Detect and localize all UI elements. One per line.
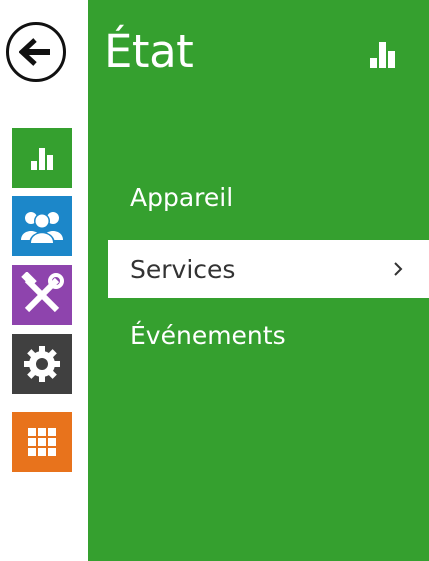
- tools-icon: [21, 272, 64, 313]
- menu-item-appareil[interactable]: Appareil: [108, 168, 429, 226]
- nav-rail: [0, 0, 88, 561]
- menu-item-evenements[interactable]: Événements: [108, 306, 429, 364]
- menu-item-label: Événements: [130, 320, 286, 350]
- back-arrow-icon: [19, 38, 50, 66]
- menu-item-label: Services: [130, 254, 236, 284]
- gear-icon: [24, 346, 60, 382]
- nav-status-tile[interactable]: [12, 128, 72, 188]
- menu-item-services[interactable]: Services: [108, 240, 429, 298]
- users-icon: [21, 212, 63, 244]
- menu-item-label: Appareil: [130, 182, 234, 212]
- back-button[interactable]: [6, 22, 66, 82]
- bar-chart-icon: [370, 42, 395, 68]
- nav-tools-tile[interactable]: [12, 265, 72, 325]
- section-panel: État Appareil Services Événements: [88, 0, 429, 561]
- bar-chart-icon: [31, 148, 53, 170]
- nav-users-tile[interactable]: [12, 196, 72, 256]
- grid-icon: [28, 428, 56, 456]
- nav-apps-tile[interactable]: [12, 412, 72, 472]
- chevron-right-icon: [394, 262, 403, 276]
- page-title: État: [104, 25, 194, 78]
- nav-settings-tile[interactable]: [12, 334, 72, 394]
